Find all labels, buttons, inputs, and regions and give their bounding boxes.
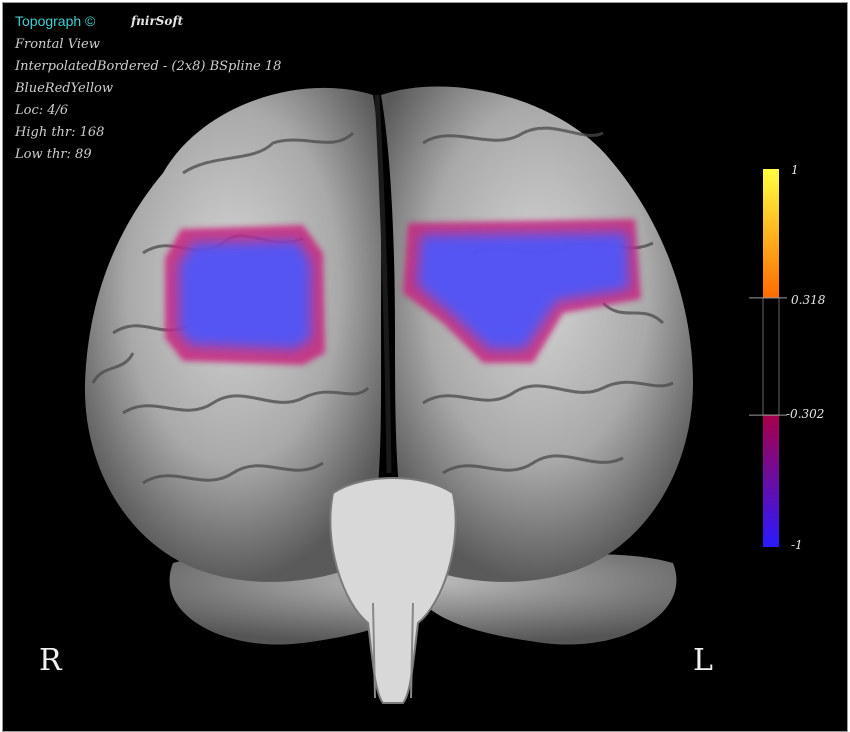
left-side-marker: L [693, 643, 713, 678]
brainstem [329, 477, 457, 704]
high-threshold-label: High thr: 168 [15, 125, 105, 140]
activation-right-prefrontal [165, 225, 325, 365]
colorbar-upper-threshold-label: 0.318 [791, 293, 826, 307]
colorbar-negative-segment [763, 415, 779, 547]
colorbar-max-label: 1 [791, 163, 799, 177]
app-title: Topograph © [15, 13, 96, 29]
topograph-viewport: Topograph © fnirSoft Frontal View Interp… [2, 2, 848, 732]
view-label: Frontal View [15, 37, 100, 52]
colorbar-lower-threshold-label: -0.302 [786, 407, 825, 421]
interpolation-label: InterpolatedBordered - (2x8) BSpline 18 [15, 59, 282, 74]
brain-frontal-view [84, 86, 787, 704]
vendor-logo: fnirSoft [131, 14, 184, 28]
right-side-marker: R [39, 643, 62, 678]
location-label: Loc: 4/6 [15, 103, 69, 118]
low-threshold-label: Low thr: 89 [15, 147, 92, 162]
colormap-label: BlueRedYellow [15, 81, 113, 96]
colorbar-gap-segment [763, 297, 779, 416]
colorbar-min-label: -1 [791, 538, 803, 552]
colorbar-positive-segment [763, 169, 779, 298]
colorbar [749, 169, 787, 547]
